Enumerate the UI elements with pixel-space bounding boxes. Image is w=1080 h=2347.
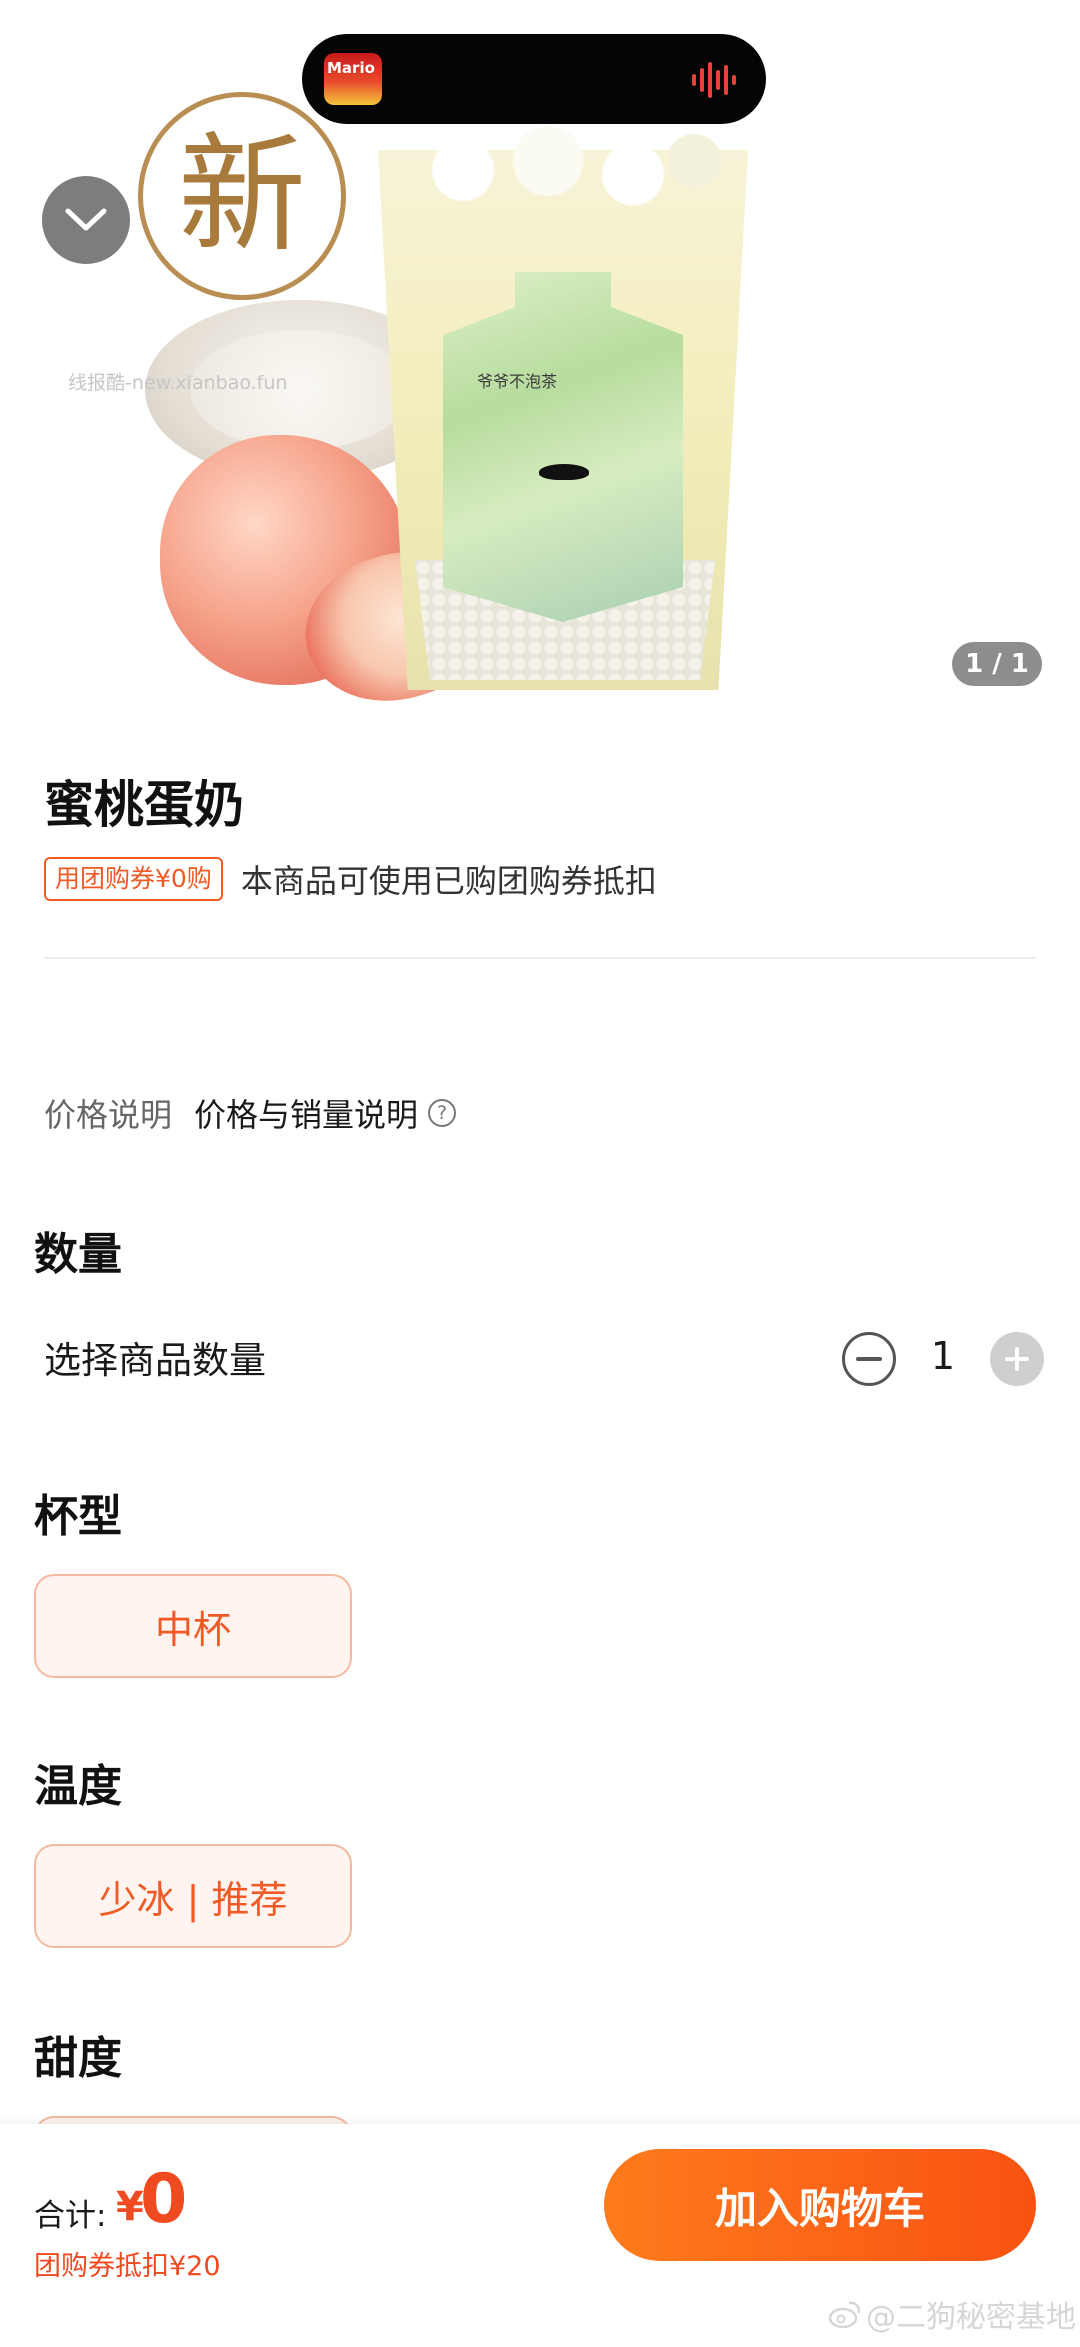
image-page-indicator: 1 / 1: [952, 642, 1042, 686]
divider: [44, 957, 1036, 959]
minus-circle-icon[interactable]: [842, 1332, 896, 1386]
chevron-down-icon: [65, 208, 107, 231]
waveform-icon: [692, 62, 736, 98]
quantity-value: 1: [930, 1334, 956, 1378]
collapse-button[interactable]: [42, 176, 130, 264]
app-thumbnail-text: Mario: [327, 59, 375, 77]
plus-icon: [1005, 1347, 1029, 1371]
weibo-icon: [828, 2301, 861, 2329]
image-watermark: 线报酷-new.xianbao.fun: [68, 372, 288, 394]
coupon-row: 用团购券¥0购 本商品可使用已购团购券抵扣: [44, 856, 657, 902]
coupon-discount-text: 团购券抵扣¥20: [34, 2251, 221, 2282]
price-sales-explanation-link[interactable]: 价格与销量说明: [194, 1090, 418, 1136]
cup-size-section-title: 杯型: [34, 1491, 122, 1542]
mustache-logo-icon: [539, 464, 589, 480]
cup-size-option-medium[interactable]: 中杯: [34, 1574, 352, 1678]
price-explanation-row[interactable]: 价格说明 价格与销量说明 ?: [44, 1090, 457, 1136]
plus-circle-icon[interactable]: [990, 1332, 1044, 1386]
coupon-tag: 用团购券¥0购: [44, 857, 223, 901]
new-badge-text: 新: [177, 121, 306, 270]
product-image[interactable]: 爷爷不泡茶 新 线报酷-new.xianbao.fun Mario 1 / 1: [0, 0, 1080, 720]
price-explanation-label: 价格说明: [44, 1096, 173, 1134]
temperature-section-title: 温度: [34, 1761, 122, 1812]
total-price: 0: [140, 2160, 188, 2239]
add-to-cart-button[interactable]: 加入购物车: [604, 2149, 1036, 2261]
product-title: 蜜桃蛋奶: [44, 776, 244, 834]
quantity-section-title: 数量: [34, 1229, 122, 1280]
temperature-option-less-ice[interactable]: 少冰 | 推荐: [34, 1844, 352, 1948]
coupon-description: 本商品可使用已购团购券抵扣: [240, 862, 657, 900]
bottom-bar: 合计: ¥ 0 团购券抵扣¥20 加入购物车 @二狗秘密基地: [0, 2124, 1080, 2347]
app-thumbnail[interactable]: Mario: [324, 53, 382, 105]
ice-illustration: [395, 125, 735, 215]
cup-label: 爷爷不泡茶: [443, 272, 683, 622]
weibo-watermark-text: @二狗秘密基地: [866, 2300, 1076, 2335]
dynamic-island[interactable]: Mario: [302, 34, 766, 124]
help-circle-icon[interactable]: ?: [428, 1099, 457, 1127]
sweetness-section-title: 甜度: [34, 2033, 122, 2084]
quantity-label: 选择商品数量: [44, 1339, 266, 1382]
weibo-watermark: @二狗秘密基地: [828, 2292, 1076, 2336]
total-label: 合计:: [34, 2198, 107, 2234]
new-badge: 新: [138, 92, 346, 300]
cup-brand-text: 爷爷不泡茶: [477, 372, 558, 391]
